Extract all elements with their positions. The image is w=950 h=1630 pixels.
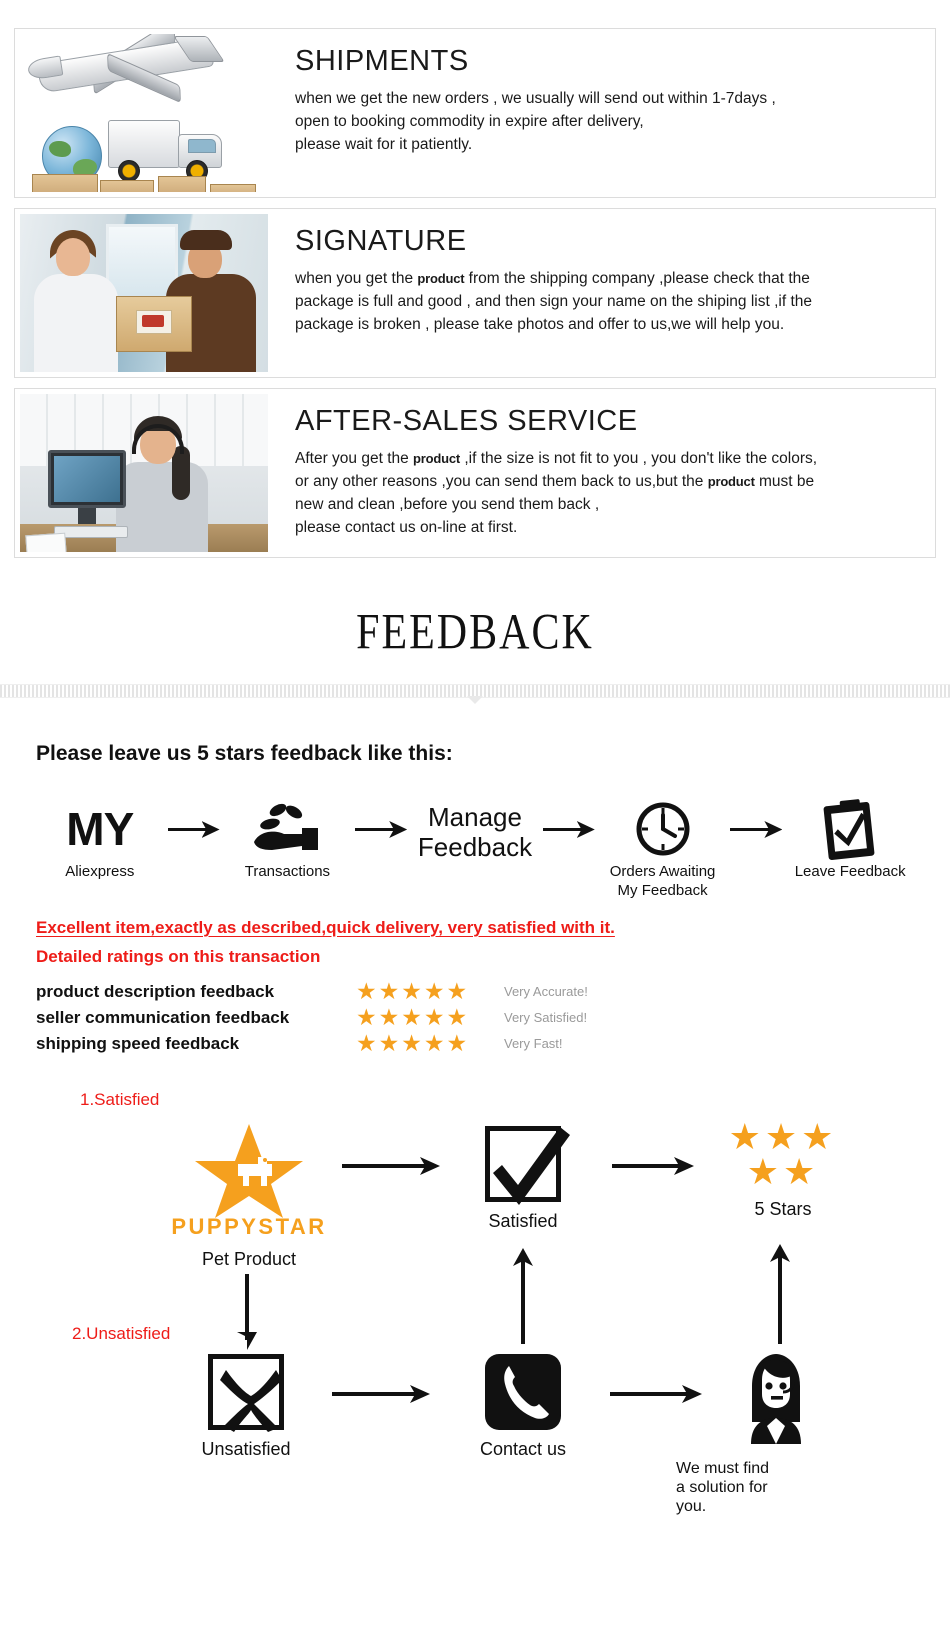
panel-text-line: open to booking commodity in expire afte…	[295, 113, 644, 130]
node-satisfied: Satisfied	[448, 1126, 598, 1232]
rating-label: shipping speed feedback	[36, 1033, 240, 1053]
detailed-ratings: product description feedback ★★★★★ Very …	[36, 979, 914, 1056]
contact-caption: Contact us	[479, 1439, 567, 1459]
panel-text-line: when we get the new orders , we usually …	[295, 90, 776, 107]
step-my-aliexpress: MY Aliexpress	[36, 800, 164, 881]
rating-row: shipping speed feedback ★★★★★ Very Fast!	[36, 1031, 914, 1056]
label-unsatisfied-branch: 2.Unsatisfied	[72, 1324, 171, 1343]
feedback-steps: MY Aliexpress Transactions Manage Feedbac…	[36, 799, 914, 900]
panel-text-line: After you get the product ,if the size i…	[295, 450, 818, 467]
support-agent-icon	[751, 1354, 801, 1444]
feedback-heading: FEEDBACK	[356, 604, 594, 661]
stars-top-row: ★★★	[728, 1116, 838, 1157]
arrow-right-icon	[164, 800, 224, 858]
sample-review: Excellent item,exactly as described,quic…	[36, 918, 914, 1056]
rating-tag: Very Fast!	[504, 1036, 563, 1051]
rating-row: seller communication feedback ★★★★★ Very…	[36, 1005, 914, 1030]
rating-row: product description feedback ★★★★★ Very …	[36, 979, 914, 1004]
review-detail-heading: Detailed ratings on this transaction	[36, 947, 321, 966]
rating-stars[interactable]: ★★★★★	[356, 1006, 504, 1029]
label-satisfied-branch: 1.Satisfied	[80, 1090, 160, 1109]
connector-line	[521, 1258, 525, 1344]
panel-text-line: package is broken , please take photos a…	[295, 316, 785, 333]
step-label: Leave Feedback	[794, 863, 906, 880]
truck-icon	[108, 120, 180, 168]
node-brand: PUPPYSTAR Pet Product	[164, 1118, 334, 1270]
unsatisfied-caption: Unsatisfied	[201, 1439, 291, 1459]
rating-label: product description feedback	[36, 981, 275, 1001]
feedback-lead-text: Please leave us 5 stars feedback like th…	[36, 742, 453, 765]
agent-figure	[116, 462, 208, 552]
node-five-stars: ★★★ ★★ 5 Stars	[678, 1116, 888, 1220]
clipboard-check-icon	[823, 799, 875, 860]
rating-tag: Very Satisfied!	[504, 1010, 588, 1025]
panel-signature: SIGNATURE when you get the product from …	[14, 208, 936, 378]
agent-caption-line1: We must find	[676, 1460, 770, 1477]
my-aliexpress-icon: MY	[66, 803, 134, 855]
rating-label: seller communication feedback	[36, 1007, 290, 1027]
connector-line	[610, 1392, 690, 1396]
rating-stars[interactable]: ★★★★★	[356, 1032, 504, 1055]
checkbox-x-icon	[208, 1354, 284, 1432]
info-panels: SHIPMENTS when we get the new orders , w…	[0, 0, 950, 558]
step-orders-awaiting: Orders Awaiting My Feedback	[599, 800, 727, 900]
arrow-down-icon	[237, 1332, 257, 1350]
connector-line	[332, 1392, 418, 1396]
hand-coins-icon	[254, 803, 319, 850]
panel-text-line: package is full and good , and then sign…	[295, 293, 813, 310]
connector-line	[245, 1274, 249, 1340]
checkbox-checked-icon	[485, 1126, 570, 1205]
panel-text-line: please wait for it patiently.	[295, 136, 473, 153]
panel-title-shipments: SHIPMENTS	[295, 45, 469, 77]
arrow-right-icon	[351, 800, 411, 858]
node-unsatisfied: Unsatisfied	[166, 1354, 326, 1460]
connector-line	[612, 1164, 682, 1168]
panel-text-line: when you get the product from the shippi…	[295, 270, 810, 287]
arrow-right-icon	[539, 800, 599, 858]
node-contact-us[interactable]: Contact us	[438, 1354, 608, 1460]
arrow-right-icon	[726, 800, 786, 858]
panel-text-line: new and clean ,before you send them back…	[295, 496, 600, 513]
panel-text-line: please contact us on-line at first.	[295, 519, 518, 536]
satisfied-caption: Satisfied	[488, 1211, 558, 1231]
carton-box-icon	[32, 174, 98, 192]
agent-caption-line3: you.	[676, 1498, 707, 1515]
rating-stars[interactable]: ★★★★★	[356, 980, 504, 1003]
clock-icon	[636, 802, 690, 856]
panel-after-sales: AFTER-SALES SERVICE After you get the pr…	[14, 388, 936, 558]
after-sales-illustration	[20, 394, 268, 552]
connector-line	[342, 1164, 428, 1168]
puppystar-logo-icon	[195, 1124, 303, 1218]
step-transactions: Transactions	[224, 800, 352, 881]
review-comment: Excellent item,exactly as described,quic…	[36, 918, 615, 937]
decorative-divider	[0, 684, 950, 698]
panel-title-after-sales: AFTER-SALES SERVICE	[295, 405, 638, 437]
panel-title-signature: SIGNATURE	[295, 225, 467, 257]
rating-tag: Very Accurate!	[504, 984, 588, 999]
paper-icon	[25, 532, 67, 552]
feedback-header: FEEDBACK	[0, 605, 950, 662]
panel-shipments: SHIPMENTS when we get the new orders , w…	[14, 28, 936, 198]
phone-icon[interactable]	[485, 1354, 561, 1430]
step-label: Transactions	[244, 863, 331, 880]
shipments-illustration	[20, 34, 268, 192]
stars-bottom-row: ★★	[746, 1151, 820, 1192]
step-manage-feedback: ManageFeedback .	[411, 800, 539, 885]
step-label: Orders Awaiting My Feedback	[609, 863, 716, 899]
manage-feedback-text-icon: Manage Feedback	[417, 802, 533, 862]
feedback-body: Please leave us 5 stars feedback like th…	[0, 742, 950, 1522]
step-leave-feedback: Leave Feedback	[786, 799, 914, 881]
customer-figure	[34, 274, 118, 372]
brand-caption: Pet Product	[201, 1249, 297, 1269]
panel-text-line: or any other reasons ,you can send them …	[295, 473, 815, 490]
agent-caption-line2: a solution for	[676, 1479, 768, 1496]
signature-illustration	[20, 214, 268, 372]
five-stars-caption: 5 Stars	[754, 1199, 812, 1219]
node-support-agent: We must find a solution for you.	[676, 1350, 876, 1516]
satisfaction-flowchart: 1.Satisfied 2.Unsatisfied PUPPYSTAR Pet …	[36, 1082, 914, 1522]
step-label: Aliexpress	[65, 863, 135, 880]
connector-line	[778, 1254, 782, 1344]
